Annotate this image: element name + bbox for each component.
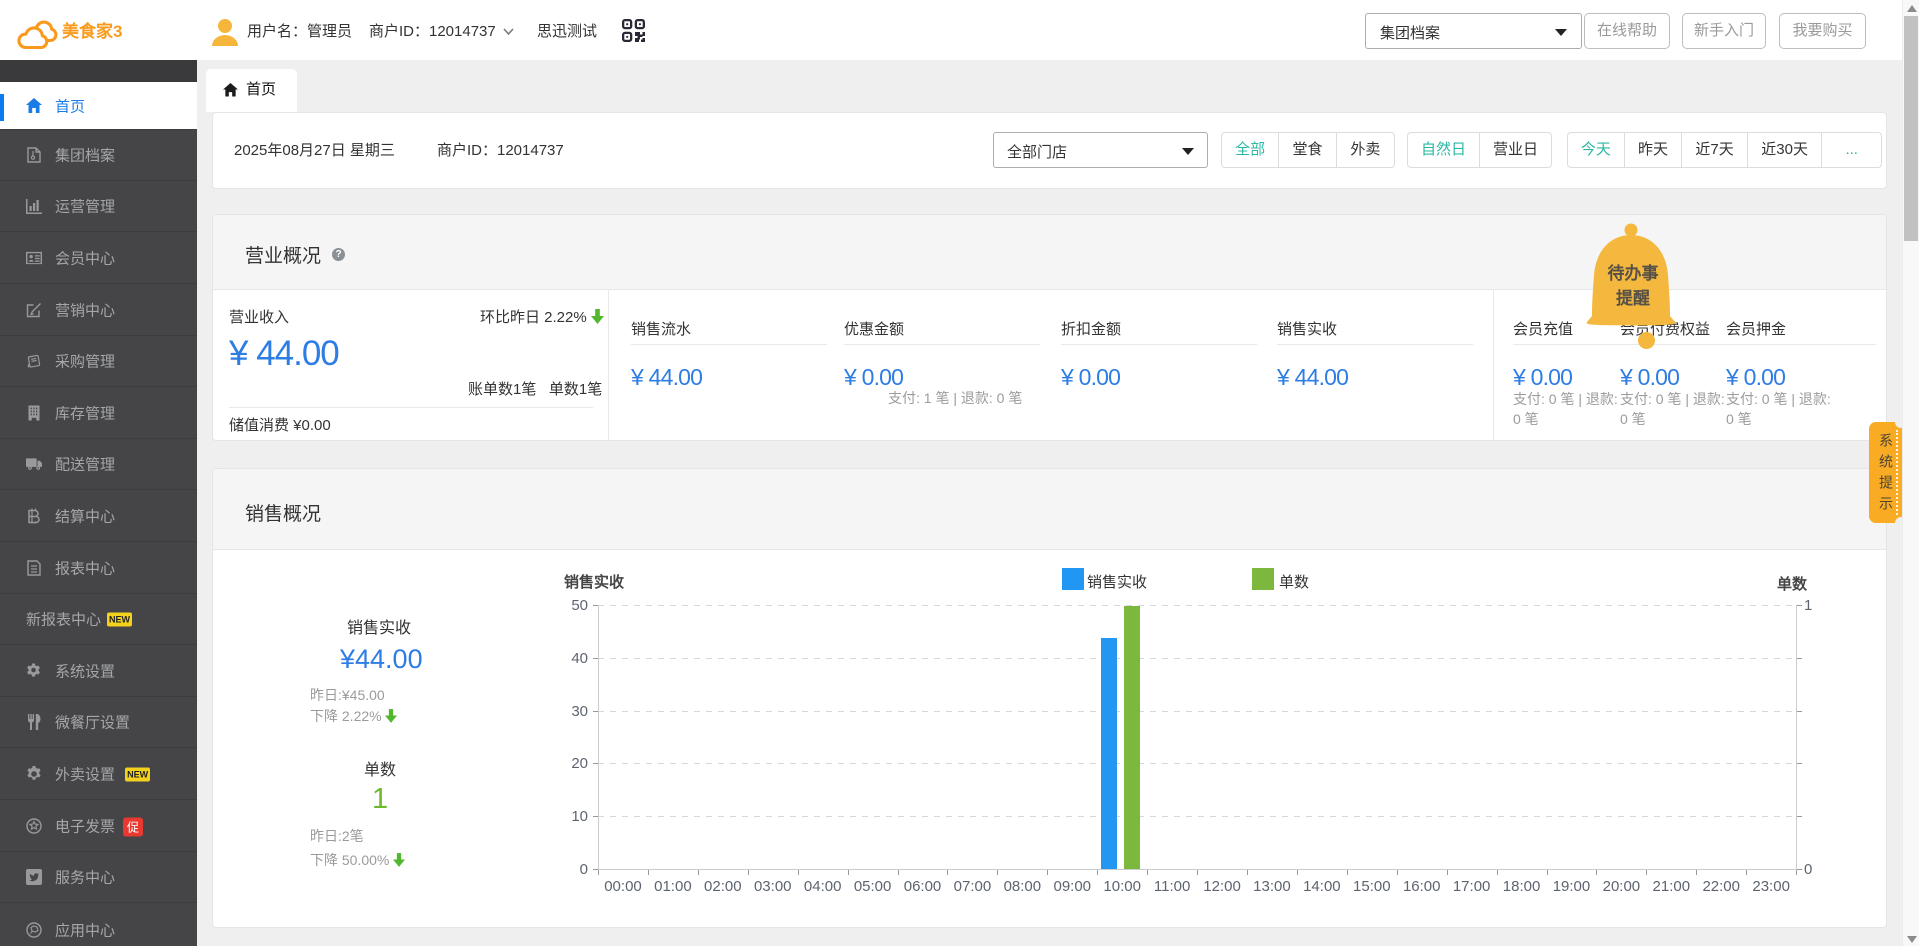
svg-text:待办事: 待办事 bbox=[1608, 263, 1659, 283]
svg-text:提醒: 提醒 bbox=[1616, 289, 1650, 308]
